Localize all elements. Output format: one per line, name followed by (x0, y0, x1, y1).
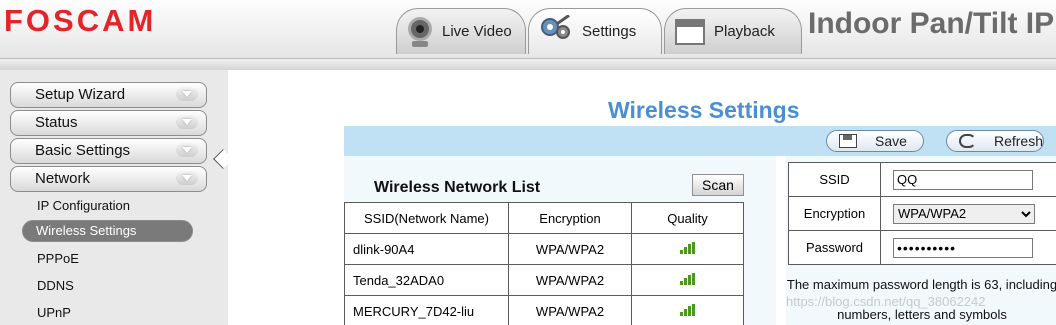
chevron-down-icon (176, 143, 198, 157)
sidebar-item-wireless-settings[interactable]: Wireless Settings (22, 220, 193, 242)
save-label: Save (875, 133, 907, 149)
save-button[interactable]: Save (826, 130, 924, 152)
password-label: Password (788, 230, 881, 265)
sidebar-item-upnp[interactable]: UPnP (37, 305, 71, 320)
encryption-cell: WPA/WPA2 (508, 295, 632, 325)
ssid-input[interactable] (893, 169, 1033, 190)
app-window: FOSCAM Live Video Settings Playback Indo… (0, 0, 1056, 325)
refresh-button[interactable]: Refresh (946, 130, 1044, 152)
scan-button[interactable]: Scan (692, 174, 744, 196)
header: FOSCAM Live Video Settings Playback Indo… (0, 0, 1056, 58)
quality-cell (631, 295, 744, 325)
refresh-label: Refresh (993, 133, 1043, 149)
sidebar-item-pppoe[interactable]: PPPoE (37, 251, 79, 266)
ssid-cell: dlink-90A4 (344, 233, 509, 265)
refresh-icon (959, 134, 976, 148)
table-row[interactable]: MERCURY_7D42-liu WPA/WPA2 (344, 295, 744, 325)
tab-playback[interactable]: Playback (664, 8, 802, 54)
sidebar-item-ip-configuration[interactable]: IP Configuration (37, 198, 130, 213)
signal-icon (679, 272, 696, 285)
chevron-down-icon (176, 115, 198, 129)
column-header: SSID(Network Name) (344, 202, 509, 234)
camera-icon (407, 16, 433, 47)
encryption-select[interactable]: WPA/WPA2 (893, 203, 1035, 224)
product-title: Indoor Pan/Tilt IP (808, 7, 1055, 40)
table-row[interactable]: dlink-90A4 WPA/WPA2 (344, 233, 744, 265)
quality-cell (631, 233, 744, 265)
watermark: https://blog.csdn.net/qq_38062242 (786, 294, 986, 309)
tab-settings[interactable]: Settings (528, 8, 662, 54)
column-header: Quality (631, 202, 744, 234)
chevron-down-icon (176, 87, 198, 101)
menu-basic-settings[interactable]: Basic Settings (10, 138, 207, 164)
network-list-title: Wireless Network List (374, 179, 541, 196)
menu-status[interactable]: Status (10, 110, 207, 136)
ssid-label: SSID (788, 162, 881, 197)
sidebar: Setup Wizard Status Basic Settings Netwo… (0, 70, 228, 325)
table-header-row: SSID(Network Name) Encryption Quality (344, 202, 744, 234)
sidebar-item-ddns[interactable]: DDNS (37, 278, 74, 293)
header-divider (0, 58, 1056, 70)
tab-label: Settings (582, 23, 637, 40)
calendar-icon (675, 18, 705, 45)
menu-label: Network (35, 170, 91, 187)
encryption-cell: WPA/WPA2 (508, 264, 632, 296)
main-content: Wireless Settings Save Refresh Wireless … (228, 70, 1056, 325)
network-table: SSID(Network Name) Encryption Quality dl… (344, 202, 744, 325)
chevron-down-icon (176, 171, 198, 185)
tab-label: Playback (714, 23, 775, 40)
menu-label: Status (35, 114, 78, 131)
table-row[interactable]: Tenda_32ADA0 WPA/WPA2 (344, 264, 744, 296)
gears-icon (539, 14, 573, 48)
page-title: Wireless Settings (608, 97, 800, 123)
ssid-cell: MERCURY_7D42-liu (344, 295, 509, 325)
encryption-label: Encryption (788, 196, 881, 231)
tab-live-video[interactable]: Live Video (396, 8, 526, 54)
save-icon (839, 134, 857, 148)
config-table: SSID Encryption WPA/WPA2 Password ••••••… (788, 162, 1056, 265)
column-header: Encryption (508, 202, 632, 234)
menu-label: Setup Wizard (35, 86, 126, 103)
password-field[interactable]: •••••••••• (893, 237, 1033, 258)
network-list-panel: Wireless Network List Scan SSID(Network … (344, 156, 776, 325)
ssid-cell: Tenda_32ADA0 (344, 264, 509, 296)
signal-icon (679, 241, 696, 254)
menu-setup-wizard[interactable]: Setup Wizard (10, 82, 207, 108)
brand-logo: FOSCAM (4, 3, 157, 38)
quality-cell (631, 264, 744, 296)
tab-label: Live Video (442, 23, 512, 40)
menu-network[interactable]: Network (10, 166, 207, 192)
menu-label: Basic Settings (35, 142, 131, 159)
encryption-cell: WPA/WPA2 (508, 233, 632, 265)
signal-icon (679, 303, 696, 316)
toolbar: Save Refresh (344, 126, 1056, 156)
